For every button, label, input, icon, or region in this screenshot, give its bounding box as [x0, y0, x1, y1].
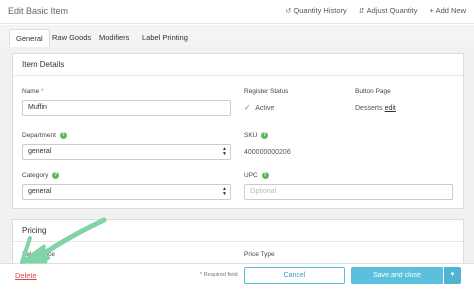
- department-value: general: [28, 148, 52, 155]
- tabs-bar: General Raw Goods Modifiers Label Printi…: [0, 25, 474, 47]
- name-input[interactable]: Muffin: [22, 100, 231, 116]
- content-area: Item Details Name * Muffin Register Stat…: [0, 47, 474, 263]
- upc-input[interactable]: Optional: [244, 184, 453, 200]
- department-label: Department ?: [22, 132, 67, 140]
- save-options-dropdown[interactable]: ▼: [444, 267, 461, 284]
- sales-price-label: Sales Price: [22, 251, 55, 258]
- delete-link[interactable]: Delete: [15, 271, 37, 280]
- required-field-note: * Required field: [200, 272, 238, 278]
- save-and-close-button[interactable]: Save and close: [351, 267, 443, 284]
- page-title: Edit Basic Item: [8, 6, 69, 16]
- help-icon[interactable]: ?: [59, 132, 67, 139]
- adjust-quantity-label: Adjust Quantity: [366, 6, 418, 15]
- tab-label-printing[interactable]: Label Printing: [136, 29, 194, 47]
- register-status-value: Active: [255, 105, 275, 112]
- help-icon[interactable]: ?: [261, 172, 269, 179]
- footer-bar: Delete * Required field Cancel Save and …: [0, 263, 474, 289]
- item-details-title: Item Details: [13, 54, 463, 76]
- adjust-quantity-link[interactable]: ⇵ Adjust Quantity: [359, 6, 418, 15]
- required-mark: *: [41, 88, 44, 95]
- add-new-label: + Add New: [429, 6, 466, 15]
- check-icon: ✓: [244, 103, 251, 112]
- button-page-value: Desserts edit: [355, 105, 396, 112]
- button-page-label: Button Page: [355, 88, 391, 95]
- add-new-link[interactable]: + Add New: [430, 6, 466, 15]
- adjust-icon: ⇵: [358, 7, 365, 15]
- sku-value: 400000000206: [244, 149, 291, 156]
- quantity-history-label: Quantity History: [293, 6, 347, 15]
- quantity-history-link[interactable]: ↺ Quantity History: [286, 6, 347, 15]
- tab-general[interactable]: General: [9, 29, 50, 47]
- pricing-title: Pricing: [13, 220, 463, 242]
- register-status-toggle[interactable]: ✓ Active: [244, 103, 274, 112]
- upc-label: UPC ?: [244, 172, 269, 180]
- item-details-panel: Item Details Name * Muffin Register Stat…: [12, 53, 464, 209]
- caret-down-icon: ▼: [449, 272, 456, 278]
- history-icon: ↺: [285, 7, 292, 15]
- page-header: Edit Basic Item ↺ Quantity History ⇵ Adj…: [0, 0, 474, 24]
- category-label: Category ?: [22, 172, 60, 180]
- register-status-label: Register Status: [244, 88, 289, 95]
- tab-modifiers[interactable]: Modifiers: [93, 29, 135, 47]
- help-icon[interactable]: ?: [261, 132, 269, 139]
- name-label: Name *: [22, 88, 44, 95]
- button-page-name: Desserts: [355, 105, 383, 112]
- category-select[interactable]: general ▲ ▼: [22, 184, 231, 200]
- help-icon[interactable]: ?: [52, 172, 60, 179]
- pricing-panel: Pricing Sales Price Price Type: [12, 219, 464, 263]
- header-actions: ↺ Quantity History ⇵ Adjust Quantity + A…: [286, 6, 466, 15]
- price-type-label: Price Type: [244, 251, 275, 258]
- category-value: general: [28, 188, 52, 195]
- tab-raw-goods[interactable]: Raw Goods: [46, 29, 97, 47]
- select-arrows-icon: ▲ ▼: [222, 186, 227, 197]
- button-page-edit-link[interactable]: edit: [385, 105, 396, 112]
- select-arrows-icon: ▲ ▼: [222, 146, 227, 157]
- sku-label: SKU ?: [244, 132, 269, 140]
- cancel-button[interactable]: Cancel: [244, 267, 345, 284]
- department-select[interactable]: general ▲ ▼: [22, 144, 231, 160]
